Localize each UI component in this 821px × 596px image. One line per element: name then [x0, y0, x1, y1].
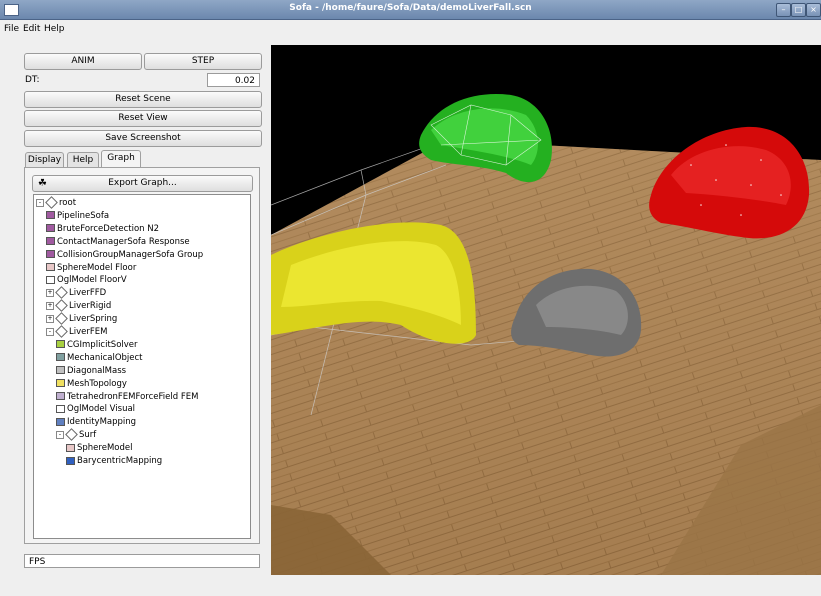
tree-component[interactable]: IdentityMapping — [56, 416, 136, 428]
close-button[interactable]: × — [806, 3, 821, 17]
tree-component[interactable]: MeshTopology — [56, 378, 127, 390]
tree-label: OglModel FloorV — [57, 275, 127, 286]
expand-icon[interactable]: + — [46, 314, 54, 323]
menu-bar: File Edit Help — [0, 20, 821, 38]
tab-help[interactable]: Help — [67, 152, 99, 168]
menu-edit[interactable]: Edit — [23, 24, 40, 34]
tree-label: CGImplicitSolver — [67, 339, 138, 350]
tree-component[interactable]: OglModel FloorV — [46, 274, 127, 286]
tree-component[interactable]: CollisionGroupManagerSofa Group — [46, 249, 203, 261]
tree-label: PipelineSofa — [57, 210, 110, 221]
component-icon — [46, 275, 55, 284]
tree-label: CollisionGroupManagerSofa Group — [57, 249, 204, 260]
fps-display: FPS — [24, 554, 260, 568]
tree-label: ContactManagerSofa Response — [57, 236, 190, 247]
tree-label: BarycentricMapping — [77, 456, 163, 466]
window-title: Sofa - /home/faure/Sofa/Data/demoLiverFa… — [289, 3, 532, 13]
node-icon — [55, 325, 68, 338]
anim-button[interactable]: ANIM — [24, 53, 142, 70]
collapse-icon[interactable]: - — [56, 430, 64, 439]
tree-component[interactable]: BarycentricMapping — [66, 455, 162, 467]
tree-component[interactable]: SphereModel Floor — [46, 262, 136, 274]
collapse-icon[interactable]: - — [46, 327, 54, 336]
tree-label: LiverRigid — [69, 301, 112, 312]
tree-component[interactable]: SphereModel — [66, 442, 132, 454]
tree-component[interactable]: OglModel Visual — [56, 403, 135, 415]
component-icon — [56, 366, 65, 375]
export-graph-button[interactable]: ☘ Export Graph... — [32, 175, 253, 192]
dt-input[interactable]: 0.02 — [207, 73, 260, 87]
tree-label: IdentityMapping — [67, 417, 137, 428]
tree-node[interactable]: - root — [36, 196, 77, 209]
reset-scene-button[interactable]: Reset Scene — [24, 91, 262, 108]
collapse-icon[interactable]: - — [36, 198, 44, 207]
component-icon — [66, 443, 75, 452]
component-icon — [56, 340, 65, 349]
tree-label: MechanicalObject — [67, 352, 143, 363]
component-icon — [46, 211, 55, 220]
tree-component[interactable]: ContactManagerSofa Response — [46, 236, 190, 248]
component-icon — [66, 456, 75, 465]
node-icon — [65, 428, 78, 442]
step-button[interactable]: STEP — [144, 53, 262, 70]
tab-graph[interactable]: Graph — [101, 150, 141, 168]
node-icon — [55, 286, 68, 300]
tree-node[interactable]: + LiverSpring — [46, 312, 118, 325]
graph-icon: ☘ — [38, 178, 47, 189]
reset-view-button[interactable]: Reset View — [24, 110, 262, 127]
node-icon — [55, 299, 68, 313]
component-icon — [46, 250, 55, 259]
scene-graph-tree[interactable]: - root PipelineSofa BruteForceDetection N2 C… — [33, 194, 251, 539]
tree-component[interactable]: DiagonalMass — [56, 365, 126, 377]
tree-label: root — [59, 198, 77, 208]
node-icon — [55, 312, 68, 325]
tree-label: SphereModel — [77, 443, 133, 454]
minimize-button[interactable]: – — [776, 3, 791, 17]
component-icon — [46, 224, 55, 233]
tree-label: TetrahedronFEMForceField FEM — [67, 391, 199, 402]
component-icon — [56, 379, 65, 388]
component-icon — [46, 237, 55, 246]
component-icon — [46, 263, 55, 271]
tree-label: OglModel Visual — [67, 404, 136, 415]
component-icon — [56, 417, 65, 426]
component-icon — [56, 353, 65, 362]
tree-node[interactable]: + LiverFFD — [46, 286, 107, 300]
save-screenshot-button[interactable]: Save Screenshot — [24, 130, 262, 147]
node-icon — [45, 196, 58, 209]
tree-component[interactable]: CGImplicitSolver — [56, 339, 138, 351]
tree-node[interactable]: - Surf — [56, 428, 97, 442]
tree-label: LiverSpring — [69, 314, 118, 325]
export-graph-label: Export Graph... — [108, 178, 177, 188]
tree-label: MeshTopology — [67, 378, 127, 389]
title-bar: Sofa - /home/faure/Sofa/Data/demoLiverFa… — [0, 0, 821, 20]
component-icon — [56, 404, 65, 413]
3d-viewport[interactable] — [271, 45, 821, 575]
component-icon — [56, 392, 65, 400]
expand-icon[interactable]: + — [46, 288, 54, 297]
tree-label: BruteForceDetection N2 — [57, 223, 160, 234]
tree-node[interactable]: - LiverFEM — [46, 325, 108, 338]
maximize-button[interactable]: □ — [791, 3, 806, 17]
tree-component[interactable]: BruteForceDetection N2 — [46, 223, 159, 235]
tree-label: SphereModel Floor — [57, 262, 137, 273]
menu-file[interactable]: File — [4, 24, 19, 34]
tree-label: DiagonalMass — [67, 365, 127, 376]
expand-icon[interactable]: + — [46, 301, 54, 310]
tree-node[interactable]: + LiverRigid — [46, 299, 112, 313]
tree-label: Surf — [79, 430, 97, 441]
tree-component[interactable]: PipelineSofa — [46, 210, 109, 222]
tree-label: LiverFFD — [69, 288, 107, 299]
tab-display[interactable]: Display — [25, 152, 64, 168]
tree-component[interactable]: MechanicalObject — [56, 352, 143, 364]
tree-component[interactable]: TetrahedronFEMForceField FEM — [56, 391, 198, 403]
dt-label: DT: — [25, 75, 40, 85]
scene-render — [271, 45, 821, 575]
tree-label: LiverFEM — [69, 327, 108, 337]
menu-help[interactable]: Help — [44, 24, 65, 34]
